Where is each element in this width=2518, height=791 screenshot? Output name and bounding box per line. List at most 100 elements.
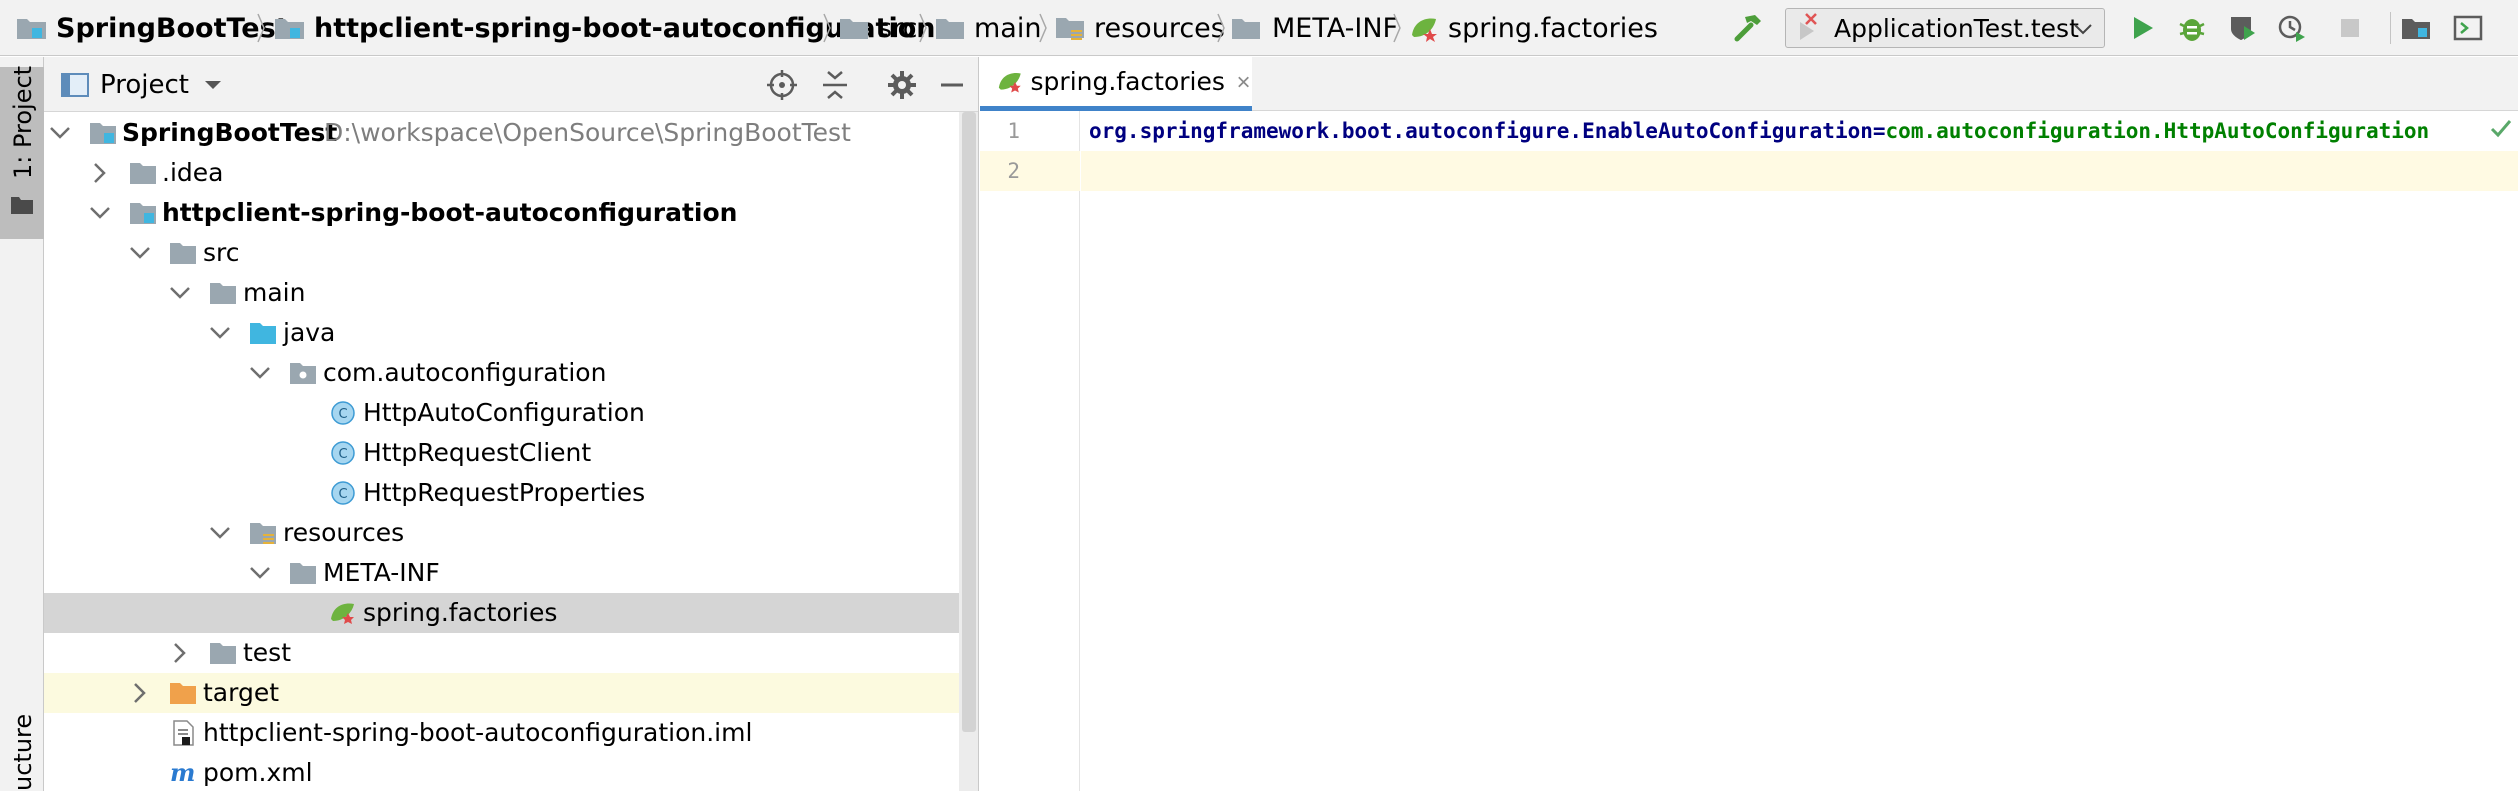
folder-icon [840,19,868,39]
coverage-icon[interactable] [2222,8,2262,48]
inspection-ok-icon[interactable] [2488,115,2514,141]
folder-icon [210,643,236,664]
run-configuration-select[interactable]: ApplicationTest.test [1785,8,2105,48]
chevron-down-icon [2074,24,2092,35]
hide-panel-icon[interactable] [938,69,966,101]
breadcrumb-src[interactable]: src [838,0,917,56]
tree-row-pom[interactable]: m pom.xml [44,753,978,791]
svg-text:C: C [338,447,347,462]
iml-file-icon [173,720,194,746]
maven-icon: m [170,759,195,787]
tree-row-class[interactable]: C HttpAutoConfiguration [44,393,978,433]
debug-icon[interactable] [2172,8,2212,48]
tree-label: resources [283,518,405,547]
tree-row-java[interactable]: java [44,313,978,353]
tree-row-iml[interactable]: httpclient-spring-boot-autoconfiguration… [44,713,978,753]
breadcrumb-httpclient-module[interactable]: httpclient-spring-boot-autoconfiguration [272,0,936,56]
chevron-down-icon[interactable] [126,239,154,267]
chevron-right-icon[interactable] [126,679,154,707]
code-line-2[interactable] [1081,151,2518,191]
chevron-down-icon[interactable] [246,559,274,587]
tab-spring-factories[interactable]: spring.factories [980,57,1252,111]
tree-label: HttpAutoConfiguration [363,398,645,427]
project-panel-scrollbar[interactable] [959,112,978,791]
class-icon: C [331,441,355,465]
tree-row-package[interactable]: com.autoconfiguration [44,353,978,393]
spring-factories-icon [998,72,1021,92]
terminal-icon[interactable] [2448,8,2488,48]
breadcrumb-label: SpringBootTest [56,12,289,44]
breadcrumb-label: spring.factories [1448,12,1658,44]
tree-row-springboottest[interactable]: SpringBootTest D:\workspace\OpenSource\S… [44,113,978,153]
tree-row-resources[interactable]: resources [44,513,978,553]
excluded-folder-icon [170,683,196,704]
tree-label: HttpRequestClient [363,438,592,467]
tree-path: D:\workspace\OpenSource\SpringBootTest [324,118,851,147]
tree-row-httpclient-module[interactable]: httpclient-spring-boot-autoconfiguration [44,193,978,233]
folder-icon [130,163,156,184]
tree-row-class[interactable]: C HttpRequestProperties [44,473,978,513]
structure-tool-window-button[interactable]: ucture [0,714,44,791]
class-icon: C [331,401,355,425]
spring-factories-icon [331,603,354,624]
chevron-down-icon[interactable] [206,519,234,547]
chevron-down-icon[interactable] [46,119,74,147]
chevron-right-icon[interactable] [166,639,194,667]
tree-label: pom.xml [203,758,313,787]
chevron-down-icon[interactable] [166,279,194,307]
tree-label: SpringBootTest [122,118,338,147]
tree-label: HttpRequestProperties [363,478,646,507]
breadcrumb-springboottest[interactable]: SpringBootTest [14,0,289,56]
navigation-bar: SpringBootTest httpclient-spring-boot-au… [0,0,2518,56]
chevron-right-icon[interactable] [86,159,114,187]
code-editor[interactable]: org.springframework.boot.autoconfigure.E… [1081,111,2518,791]
breadcrumb-separator-icon [1039,13,1047,43]
breadcrumb-resources[interactable]: resources [1054,0,1225,56]
tree-row-idea[interactable]: .idea [44,153,978,193]
tree-label: httpclient-spring-boot-autoconfiguration… [203,718,753,747]
junit-config-icon [1800,13,1817,40]
tree-row-meta-inf[interactable]: META-INF [44,553,978,593]
tree-row-class[interactable]: C HttpRequestClient [44,433,978,473]
breadcrumb-spring-factories[interactable]: spring.factories [1408,0,1658,56]
gear-icon[interactable] [886,69,918,101]
profile-icon[interactable] [2272,8,2312,48]
collapse-all-icon[interactable] [820,69,850,101]
code-line-1[interactable]: org.springframework.boot.autoconfigure.E… [1081,111,2518,151]
left-tool-strip: 1: Project ucture [0,57,44,791]
breadcrumb-meta-inf[interactable]: META-INF [1230,0,1398,56]
tree-row-spring-factories[interactable]: spring.factories [44,593,978,633]
tree-label: test [243,638,292,667]
resources-folder-icon [1056,18,1084,40]
folder-icon [210,283,236,304]
breadcrumb-main[interactable]: main [934,0,1041,56]
tab-label: spring.factories [1030,67,1225,96]
project-structure-icon[interactable] [2396,8,2436,48]
breadcrumb-separator-icon [257,13,265,43]
tree-row-src[interactable]: src [44,233,978,273]
build-hammer-icon[interactable] [1728,8,1768,48]
tree-row-test[interactable]: test [44,633,978,673]
stop-icon[interactable] [2330,8,2370,48]
run-icon[interactable] [2122,8,2162,48]
tree-row-main[interactable]: main [44,273,978,313]
chevron-down-icon[interactable] [246,359,274,387]
project-tool-window-button[interactable]: 1: Project [0,66,44,239]
close-icon[interactable] [1235,73,1252,91]
module-folder-icon [90,123,116,144]
folder-icon [290,563,316,584]
folder-icon [170,243,196,264]
resources-folder-icon [250,523,276,544]
chevron-down-icon[interactable] [206,319,234,347]
project-panel: Project SpringBootTest D:\workspace\Open… [44,57,979,791]
svg-text:C: C [338,407,347,422]
project-panel-header: Project [44,57,978,112]
tree-label: main [243,278,306,307]
project-view-selector[interactable]: Project [100,57,223,112]
tree-label: src [203,238,240,267]
scrollbar-thumb[interactable] [962,112,976,732]
locate-file-icon[interactable] [766,69,798,101]
run-config-label: ApplicationTest.test [1834,13,2079,43]
chevron-down-icon[interactable] [86,199,114,227]
tree-row-target[interactable]: target [44,673,978,713]
